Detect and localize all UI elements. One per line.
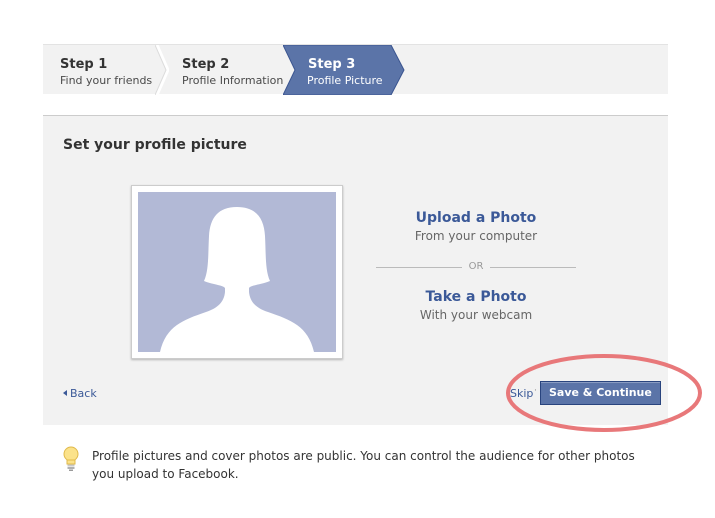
profile-picture-placeholder [131,185,343,359]
wizard-steps: Step 1 Find your friends Step 2 Profile … [43,44,668,95]
silhouette-avatar-icon [138,192,336,352]
step-3-label: Profile Picture [307,74,383,87]
step-1-number: Step 1 [60,57,108,72]
step-1-label: Find your friends [60,74,153,87]
profile-picture-panel: Set your profile picture Upload a Photo … [43,115,668,425]
take-photo-link[interactable]: Take a Photo [376,289,576,305]
upload-photo-link[interactable]: Upload a Photo [376,210,576,226]
back-label: Back [70,387,97,400]
lightbulb-icon [63,446,79,471]
page-title: Set your profile picture [63,137,247,153]
upload-photo-subtitle: From your computer [414,229,538,243]
back-arrow-icon [63,390,67,396]
step-2-number: Step 2 [182,57,230,72]
skip-link[interactable]: Skip [510,387,533,400]
privacy-note: Profile pictures and cover photos are pu… [92,449,635,481]
step-1[interactable]: Step 1 Find your friends [43,45,163,95]
save-continue-button[interactable]: Save & Continue [540,381,661,405]
or-divider: OR [376,261,576,275]
upload-photo-option[interactable]: Upload a Photo From your computer [376,210,576,243]
step-3-active[interactable]: Step 3 Profile Picture [283,45,405,95]
step-3-number: Step 3 [308,57,356,72]
take-photo-subtitle: With your webcam [419,308,533,322]
take-photo-option[interactable]: Take a Photo With your webcam [376,289,576,322]
dot-separator: · [534,386,537,396]
divider-line-right [490,267,576,268]
back-link[interactable]: Back [63,387,97,400]
step-2-label: Profile Information [182,74,284,87]
